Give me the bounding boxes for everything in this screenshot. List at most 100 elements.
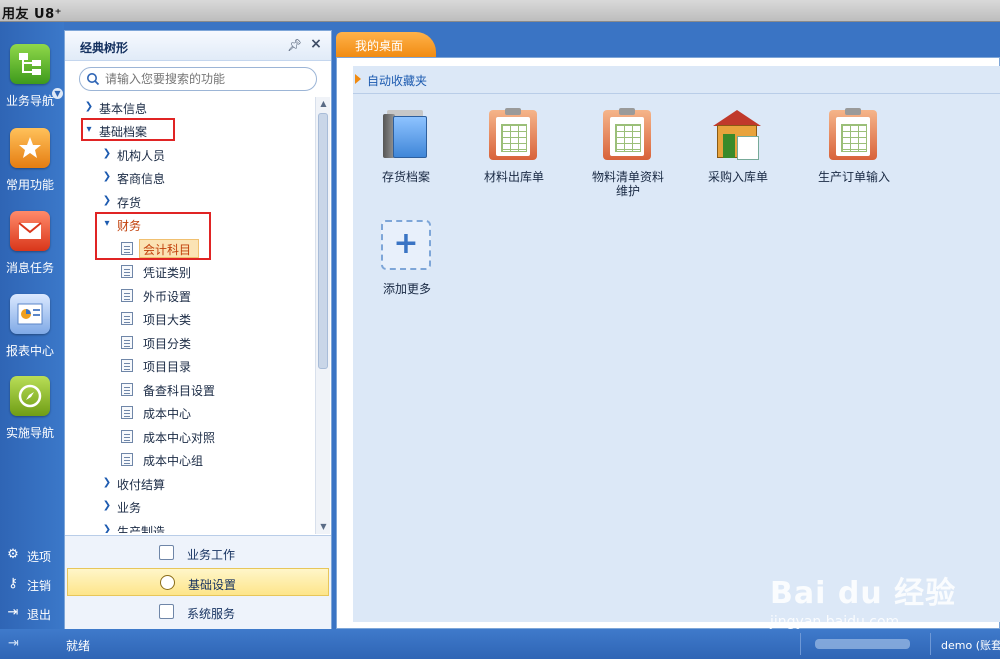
tree-node-project-categories[interactable]: 项目大类 <box>65 308 315 330</box>
document-icon <box>121 289 133 302</box>
tree-node-label: 业务 <box>117 501 142 515</box>
chevron-right-icon[interactable]: ❯ <box>101 499 113 513</box>
rail-item-favorites[interactable]: 常用功能 <box>0 128 64 208</box>
tree-node-cost-center[interactable]: 成本中心 <box>65 402 315 424</box>
status-divider <box>930 633 931 655</box>
annotation-box <box>81 118 175 141</box>
favorites-panel: 自动收藏夹 存货档案 材料出库单 物料清单资料维护 采购入库单 生产订单输入 +… <box>351 66 1000 656</box>
blurred-info <box>815 639 910 649</box>
tree-node-label: 存货 <box>117 196 142 210</box>
tree-node-basic-info[interactable]: ❯ 基本信息 <box>65 97 315 119</box>
rail-item-business-nav[interactable]: ▼ 业务导航 <box>0 44 64 124</box>
rail-logout-button[interactable]: ⚷ 注销 <box>0 573 64 597</box>
tree-node-business[interactable]: ❯ 业务 <box>65 496 315 518</box>
tile-label: 存货档案 <box>381 170 430 184</box>
tree-node-customer-supplier[interactable]: ❯ 客商信息 <box>65 167 315 189</box>
desktop-content: 自动收藏夹 存货档案 材料出库单 物料清单资料维护 采购入库单 生产订单输入 +… <box>336 57 1000 656</box>
tile-production-order[interactable]: 生产订单输入 <box>799 108 909 210</box>
tree-node-cost-center-mapping[interactable]: 成本中心对照 <box>65 426 315 448</box>
favorites-header: 自动收藏夹 <box>353 66 1000 94</box>
pin-icon[interactable]: 📌︎ <box>287 38 302 52</box>
tile-inventory-archive[interactable]: 存货档案 <box>351 110 461 210</box>
rail-label-business-nav: 业务导航 <box>6 94 55 108</box>
report-chart-icon <box>10 294 50 334</box>
rail-label-implementation: 实施导航 <box>6 426 55 440</box>
tree-node-label: 机构人员 <box>117 149 166 163</box>
tab-label: 我的桌面 <box>355 39 404 53</box>
tree-node-cost-center-group[interactable]: 成本中心组 <box>65 449 315 471</box>
nav-basic-settings-button[interactable]: 基础设置 <box>67 568 329 596</box>
rail-exit-label: 退出 <box>27 608 52 622</box>
rail-label-reports: 报表中心 <box>6 344 55 358</box>
tile-label: 材料出库单 <box>483 170 544 184</box>
gear-icon <box>160 575 175 590</box>
tree-node-label: 外币设置 <box>143 290 192 304</box>
tree-panel: 经典树形 📌︎ × ❯ 基本信息 ▾ 基础档案 ❯ 机构人员 ❯ 客商信息 ❯ … <box>64 30 332 629</box>
tile-bom-maintenance[interactable]: 物料清单资料维护 <box>573 108 683 210</box>
watermark-logo-text: Bai du 经验 <box>770 576 957 611</box>
triangle-right-icon <box>355 74 361 84</box>
tree-node-production[interactable]: ❯ 生产制造 <box>65 520 315 533</box>
scroll-up-icon[interactable]: ▲ <box>316 97 331 111</box>
tree-node-label: 备查科目设置 <box>143 384 216 398</box>
tile-material-issue[interactable]: 材料出库单 <box>459 108 569 210</box>
favorites-title: 自动收藏夹 <box>367 74 428 88</box>
chevron-right-icon[interactable]: ❯ <box>83 100 95 114</box>
tree-node-memo-subject-settings[interactable]: 备查科目设置 <box>65 379 315 401</box>
left-rail: ▼ 业务导航 常用功能 消息任务 报表中心 实施导航 ⚙ 选项 ⚷ 注销 ⇥ 退… <box>0 22 64 629</box>
rail-options-button[interactable]: ⚙ 选项 <box>0 544 64 568</box>
chevron-right-icon[interactable]: ❯ <box>101 194 113 208</box>
nav-system-service-button[interactable]: 系统服务 <box>67 598 329 626</box>
document-icon <box>121 359 133 372</box>
tree-node-label: 项目分类 <box>143 337 192 351</box>
chevron-right-icon[interactable]: ❯ <box>101 170 113 184</box>
expand-arrow-icon[interactable]: ⇥ <box>8 636 19 651</box>
tab-my-desktop[interactable]: 我的桌面 <box>336 32 436 58</box>
scroll-down-icon[interactable]: ▼ <box>316 520 331 534</box>
search-box[interactable] <box>79 67 317 91</box>
chevron-right-icon[interactable]: ❯ <box>101 523 113 533</box>
panel-header: 经典树形 📌︎ × <box>65 31 331 61</box>
clipboard-sheet-icon <box>829 108 877 160</box>
nav-button-label: 基础设置 <box>188 578 237 592</box>
business-nav-icon <box>10 44 50 84</box>
tree-node-label: 成本中心对照 <box>143 431 216 445</box>
baidu-watermark: Bai du 经验 jingyan.baidu.com <box>770 566 970 636</box>
rail-item-reports[interactable]: 报表中心 <box>0 294 64 374</box>
title-bar: 用友 U8⁺ <box>0 0 1000 22</box>
main-area: 我的桌面 自动收藏夹 存货档案 材料出库单 物料清单资料维护 采购入库单 生产订… <box>336 30 1000 656</box>
tree-node-project-directory[interactable]: 项目目录 <box>65 355 315 377</box>
rail-item-messages[interactable]: 消息任务 <box>0 211 64 291</box>
scroll-thumb[interactable] <box>318 113 328 369</box>
rail-exit-button[interactable]: ⇥ 退出 <box>0 602 64 626</box>
rail-item-implementation[interactable]: 实施导航 <box>0 376 64 456</box>
plus-icon: + <box>393 226 419 261</box>
document-icon <box>121 336 133 349</box>
tree-node-inventory[interactable]: ❯ 存货 <box>65 191 315 213</box>
tree-node-project-classification[interactable]: 项目分类 <box>65 332 315 354</box>
tree-node-org-personnel[interactable]: ❯ 机构人员 <box>65 144 315 166</box>
tree-node-label: 项目大类 <box>143 313 192 327</box>
document-icon <box>121 406 133 419</box>
rail-logout-label: 注销 <box>27 579 52 593</box>
tile-label: 生产订单输入 <box>817 170 890 184</box>
chevron-right-icon[interactable]: ❯ <box>101 476 113 490</box>
tree-node-voucher-types[interactable]: 凭证类别 <box>65 261 315 283</box>
tile-label: 物料清单资料维护 <box>591 170 664 198</box>
search-input[interactable] <box>105 70 311 88</box>
nav-business-work-button[interactable]: 业务工作 <box>67 539 329 567</box>
tree-node-payment-settlement[interactable]: ❯ 收付结算 <box>65 473 315 495</box>
business-work-icon <box>159 545 174 560</box>
tree-node-label: 凭证类别 <box>143 266 192 280</box>
nav-button-label: 系统服务 <box>187 607 236 621</box>
tile-purchase-receipt[interactable]: 采购入库单 <box>683 110 793 210</box>
chevron-right-icon[interactable]: ❯ <box>101 147 113 161</box>
add-more-button[interactable]: + <box>381 220 431 270</box>
tree-scrollbar[interactable]: ▲ ▼ <box>315 97 330 534</box>
warehouse-in-icon <box>713 110 761 160</box>
close-icon[interactable]: × <box>309 37 323 51</box>
tree-node-currency-settings[interactable]: 外币设置 <box>65 285 315 307</box>
nav-button-label: 业务工作 <box>187 548 236 562</box>
account-info: demo (账套主 <box>941 639 1000 652</box>
tree-node-label: 基本信息 <box>99 102 148 116</box>
